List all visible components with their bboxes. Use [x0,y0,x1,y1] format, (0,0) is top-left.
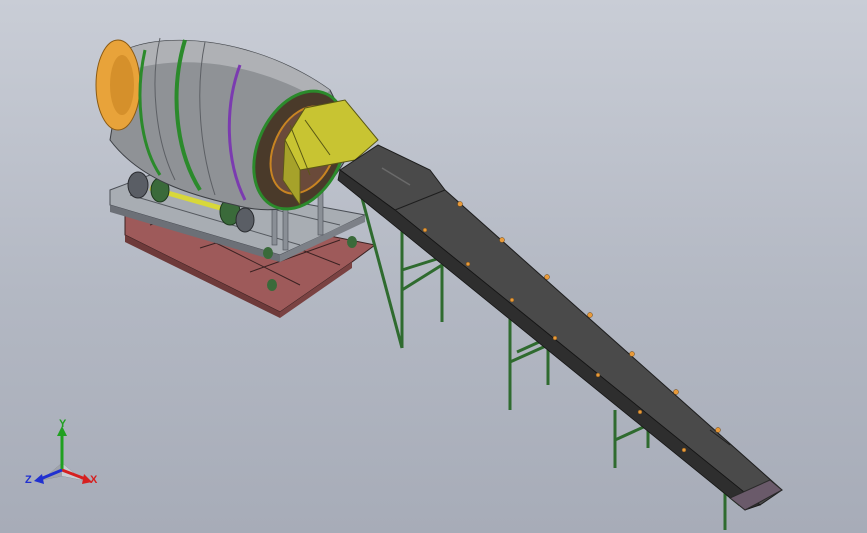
triad-axes-icon [34,426,92,484]
conveyor-belt [337,144,783,511]
triad-z-label: Z [25,474,32,486]
triad-x-label: X [90,474,98,486]
rotary-drum-conveyor-model[interactable] [0,0,867,533]
triad-y-label: Y [59,418,67,430]
view-orientation-triad[interactable]: Y X Z [22,418,112,498]
cad-viewport[interactable]: Y X Z [0,0,867,533]
